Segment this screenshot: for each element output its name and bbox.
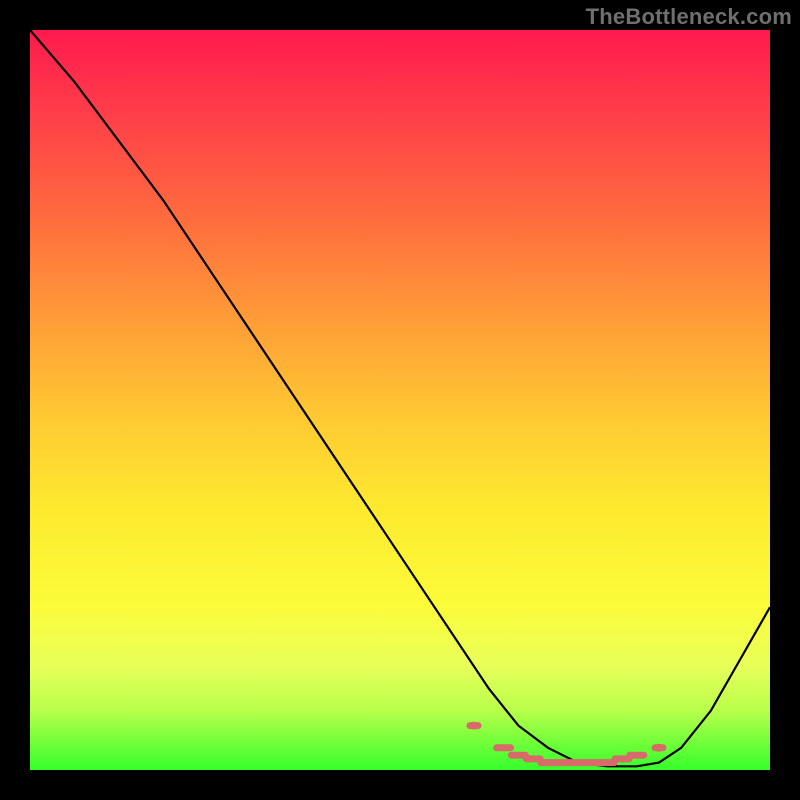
plot-area — [30, 30, 770, 770]
watermark-label: TheBottleneck.com — [586, 4, 792, 30]
bottleneck-curve — [30, 30, 770, 766]
marker-dot — [655, 744, 663, 752]
chart-frame: TheBottleneck.com — [0, 0, 800, 800]
curve-svg — [30, 30, 770, 770]
marker-dot — [470, 722, 478, 730]
